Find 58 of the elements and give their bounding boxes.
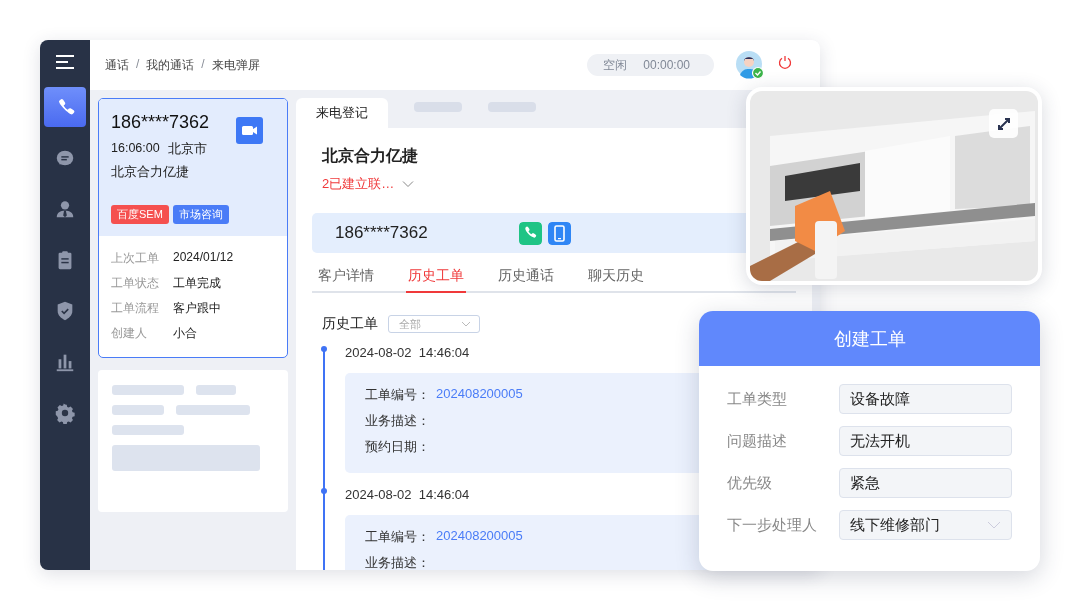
status-text: 空闲 (603, 56, 628, 74)
field-label: 业务描述： (365, 554, 430, 570)
field-label: 工单编号： (365, 528, 430, 546)
call-timer: 00:00:00 (643, 58, 690, 72)
mobile-icon[interactable] (548, 221, 571, 245)
caller-company: 北京合力亿捷 (111, 164, 190, 181)
select-field[interactable]: 线下维修部门 (839, 510, 1012, 540)
person-icon (54, 198, 76, 220)
breadcrumb-item[interactable]: 来电弹屏 (211, 56, 260, 74)
sub-tab[interactable]: 客户详情 (316, 264, 376, 293)
detail-value: 2024/01/12 (173, 250, 235, 266)
expand-icon (995, 115, 1012, 132)
sub-tab[interactable]: 聊天历史 (586, 264, 646, 293)
detail-value: 客户跟中 (173, 300, 222, 317)
power-icon[interactable] (778, 55, 792, 69)
detail-label: 上次工单 (111, 250, 160, 267)
breadcrumb-item[interactable]: 通话 (105, 56, 129, 74)
customer-name: 北京合力亿捷 (322, 146, 419, 166)
field-label: 预约日期： (365, 438, 430, 456)
video-call-icon[interactable] (236, 117, 263, 144)
chevron-down-icon (987, 521, 1001, 529)
chevron-down-icon (461, 321, 471, 327)
entry-date: 2024-08-02 14:46:04 (345, 487, 470, 502)
tag: 市场咨询 (172, 205, 229, 224)
form-label: 优先级 (727, 473, 773, 493)
field-label: 工单编号： (365, 386, 430, 404)
entry-date: 2024-08-02 14:46:04 (345, 345, 470, 360)
input-field[interactable]: 无法开机 (839, 426, 1012, 456)
tag: 百度SEM (111, 205, 169, 224)
field-label: 业务描述： (365, 412, 430, 430)
dialog-title: 创建工单 (699, 311, 1040, 366)
sidebar-item[interactable] (44, 87, 86, 127)
menu-icon[interactable] (56, 54, 74, 70)
form-label: 问题描述 (727, 431, 788, 451)
call-time: 16:06:00 (111, 141, 160, 157)
caller-phone: 186****7362 (111, 112, 210, 133)
history-title: 历史工单 (322, 315, 378, 333)
form-label: 工单类型 (727, 389, 788, 409)
breadcrumb-item[interactable]: 我的通话 (146, 56, 195, 74)
input-field[interactable]: 设备故障 (839, 384, 1012, 414)
detail-label: 工单状态 (111, 275, 160, 292)
contacts-text: 2已建立联… (322, 175, 395, 193)
sub-tab[interactable]: 历史通话 (496, 264, 556, 293)
caller-city: 北京市 (167, 141, 207, 158)
tab[interactable]: 来电登记 (296, 98, 388, 128)
detail-label: 工单流程 (111, 300, 160, 317)
input-field[interactable]: 紧急 (839, 468, 1012, 498)
detail-value: 工单完成 (173, 275, 222, 292)
avatar-icon[interactable] (736, 51, 764, 79)
breadcrumb-separator: / (200, 56, 206, 73)
expand-button[interactable] (989, 109, 1018, 138)
detail-value: 小合 (173, 325, 198, 342)
settings-icon (54, 402, 76, 424)
breadcrumb-separator: / (135, 56, 141, 73)
form-label: 下一步处理人 (727, 515, 818, 535)
phone-number: 186****7362 (335, 223, 429, 243)
detail-label: 创建人 (111, 325, 148, 342)
sub-tab[interactable]: 历史工单 (406, 264, 466, 293)
